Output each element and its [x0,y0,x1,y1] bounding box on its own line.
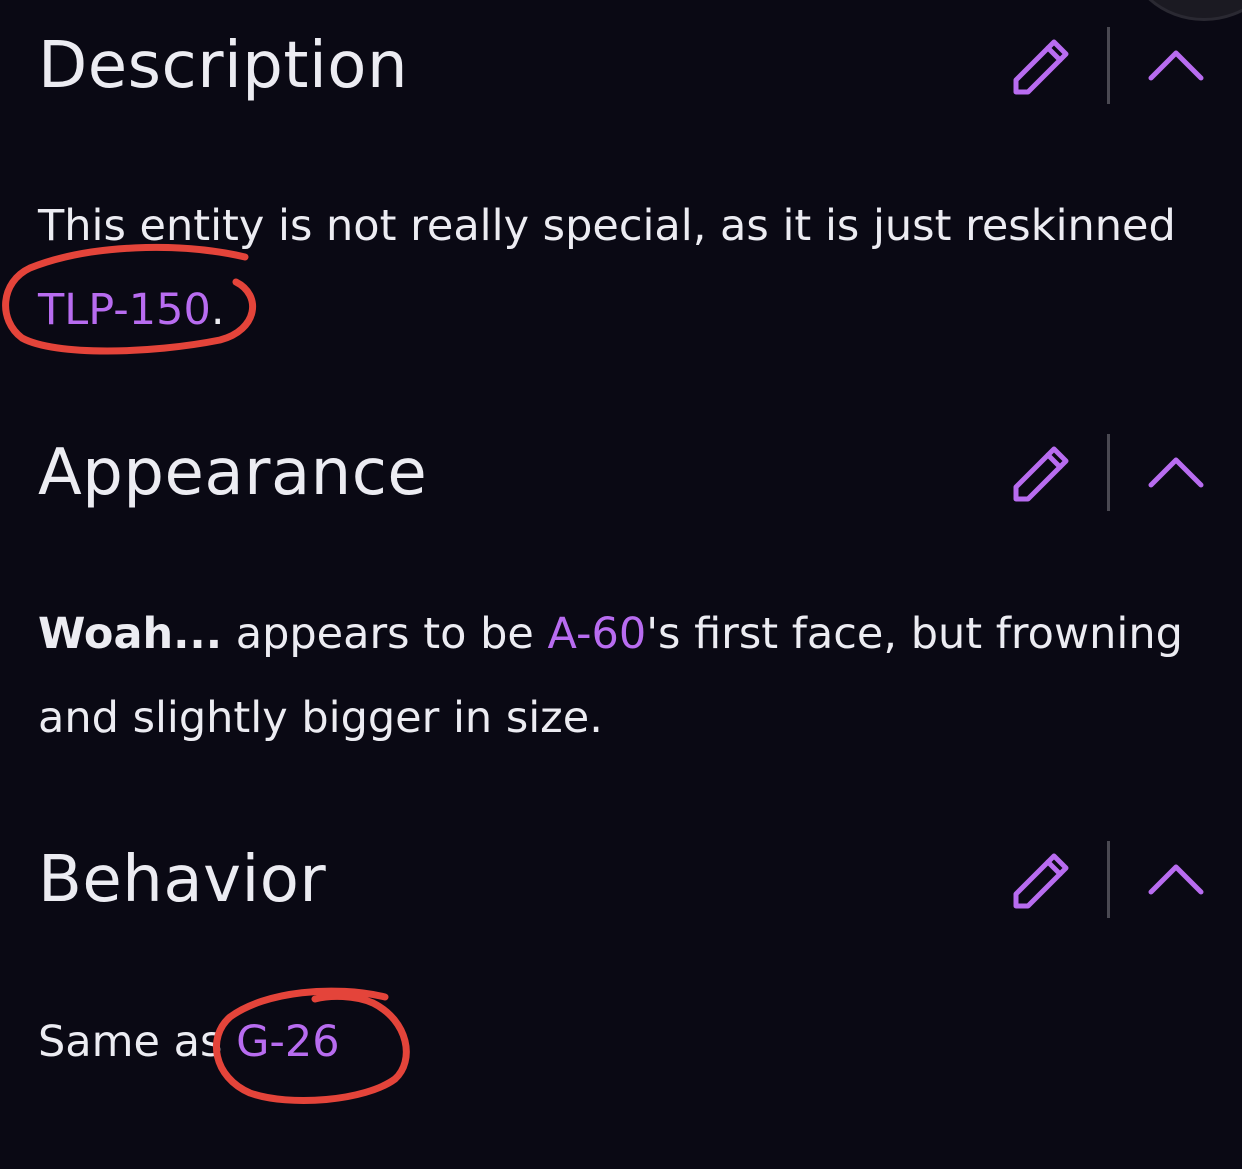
description-text-end: . [210,285,225,335]
g-26-link[interactable]: G-26 [236,1017,340,1067]
description-section-header: Description [0,26,1242,106]
a-60-link[interactable]: A-60 [548,609,647,659]
header-divider [1107,841,1110,918]
section-title-behavior: Behavior [38,843,327,917]
page: Description This entity is not really sp… [0,0,1242,1169]
behavior-text: Same as G-26 [38,1000,1208,1084]
floating-button-edge[interactable] [1126,0,1242,21]
collapse-appearance-button[interactable] [1145,447,1207,499]
pencil-icon [1013,446,1069,502]
collapse-behavior-button[interactable] [1145,854,1207,906]
edit-appearance-button[interactable] [1010,443,1070,503]
pencil-icon [1013,39,1069,95]
behavior-text-start: Same as [38,1017,237,1067]
header-divider [1107,27,1110,104]
edit-description-button[interactable] [1010,36,1070,96]
chevron-up-icon [1148,864,1204,895]
header-divider [1107,434,1110,511]
section-title-description: Description [38,29,408,103]
appearance-text: Woah... appears to be A-60's first face,… [38,592,1208,760]
description-text-start: This entity is not really special, as it… [38,201,1176,251]
collapse-description-button[interactable] [1145,40,1207,92]
tlp-150-link[interactable]: TLP-150 [38,285,211,335]
appearance-bold-text: Woah... [38,609,223,659]
edit-behavior-button[interactable] [1010,850,1070,910]
appearance-section-header: Appearance [0,433,1242,513]
description-text: This entity is not really special, as it… [38,184,1208,352]
chevron-up-icon [1148,457,1204,488]
appearance-text-start: appears to be [222,609,548,659]
section-title-appearance: Appearance [38,436,428,510]
behavior-section-header: Behavior [0,840,1242,920]
pencil-icon [1013,853,1069,909]
chevron-up-icon [1148,50,1204,81]
